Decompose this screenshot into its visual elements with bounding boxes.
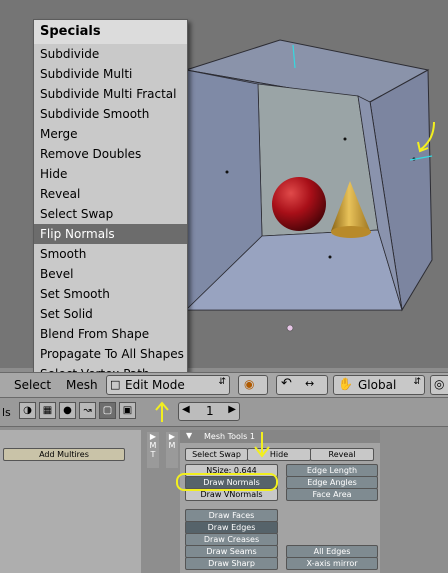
collapse-triangle-icon: ▼: [186, 431, 193, 440]
updown-arrows-icon: ⇵: [218, 377, 226, 387]
editing-icon[interactable]: ▢: [99, 402, 116, 419]
mesh-menu[interactable]: Mesh: [66, 378, 98, 392]
panel-tab-collapse-icon[interactable]: ▶ M: [166, 432, 178, 468]
menu-item-blend-from-shape[interactable]: Blend From Shape: [34, 324, 187, 344]
panel-label-fragment: ls: [2, 406, 11, 419]
menu-item-set-solid[interactable]: Set Solid: [34, 304, 187, 324]
annotation-arrow-down-icon: [254, 432, 270, 458]
menu-item-flip-normals[interactable]: Flip Normals: [34, 224, 187, 244]
draw-sharp-toggle[interactable]: Draw Sharp: [185, 557, 278, 570]
menu-item-set-smooth[interactable]: Set Smooth: [34, 284, 187, 304]
menu-item-subdivide[interactable]: Subdivide: [34, 44, 187, 64]
panel-title: Mesh Tools 1: [204, 432, 255, 441]
move-handles-icon: ↔: [305, 377, 315, 390]
buttons-header: ls ◑ ▦ ● ↝ ▢ ▣ ◀ 1 ▶: [0, 398, 448, 427]
mode-icon: □: [110, 378, 121, 391]
select-menu[interactable]: Select: [14, 378, 51, 392]
x-axis-mirror-toggle[interactable]: X-axis mirror: [286, 557, 378, 570]
object-icon[interactable]: ↝: [79, 402, 96, 419]
annotation-highlight: [176, 473, 278, 491]
face-area-toggle[interactable]: Face Area: [286, 488, 378, 501]
pivot-select[interactable]: ◉: [238, 375, 268, 395]
modifiers-panel: Add Multires: [0, 430, 141, 573]
panel-tab-collapse-icon[interactable]: ▶ M T: [147, 432, 159, 468]
menu-item-subdivide-multi[interactable]: Subdivide Multi: [34, 64, 187, 84]
logic-icon[interactable]: ◑: [19, 402, 36, 419]
mode-label: Edit Mode: [125, 378, 185, 392]
manipulator-toggle[interactable]: ↶ ↔: [276, 375, 328, 395]
3d-cursor-dot: [286, 324, 294, 332]
add-multires-button[interactable]: Add Multires: [3, 448, 125, 461]
target-icon: ◎: [434, 377, 445, 391]
mesh-tools-tab[interactable]: ▼ Mesh Tools 1: [180, 430, 380, 443]
pivot-icon: ◉: [244, 377, 255, 391]
frame-value: 1: [206, 404, 214, 418]
scene-icon[interactable]: ▣: [119, 402, 136, 419]
hand-icon: ✋: [338, 377, 353, 391]
menu-item-reveal[interactable]: Reveal: [34, 184, 187, 204]
updown-arrows-icon: ⇵: [413, 377, 421, 387]
annotation-arrow-up-icon: [155, 401, 169, 422]
menu-item-subdivide-multi-fractal[interactable]: Subdivide Multi Fractal: [34, 84, 187, 104]
frame-counter[interactable]: ◀ 1 ▶: [178, 402, 240, 421]
menu-item-merge[interactable]: Merge: [34, 124, 187, 144]
reveal-button[interactable]: Reveal: [310, 448, 374, 461]
mesh-tools-panel: ▼ Mesh Tools 1 Select Swap Hide Reveal N…: [176, 430, 380, 573]
viewport-header: Select Mesh □ Edit Mode ⇵ ◉ ↶ ↔ ✋ Global…: [0, 372, 448, 398]
mode-select[interactable]: □ Edit Mode ⇵: [106, 375, 230, 395]
script-icon[interactable]: ▦: [39, 402, 56, 419]
sphere-object: [272, 177, 326, 231]
snap-toggle[interactable]: ◎: [430, 375, 448, 395]
specials-menu: Specials Subdivide Subdivide Multi Subdi…: [33, 19, 188, 382]
left-arrow-icon: ◀: [182, 404, 190, 415]
menu-item-hide[interactable]: Hide: [34, 164, 187, 184]
shading-icon[interactable]: ●: [59, 402, 76, 419]
menu-item-remove-doubles[interactable]: Remove Doubles: [34, 144, 187, 164]
orientation-label: Global: [358, 378, 397, 392]
manipulator-icon: ↶: [281, 376, 292, 391]
select-swap-button[interactable]: Select Swap: [185, 448, 248, 461]
menu-item-propagate-to-all-shapes[interactable]: Propagate To All Shapes: [34, 344, 187, 364]
menu-item-select-swap[interactable]: Select Swap: [34, 204, 187, 224]
right-arrow-icon: ▶: [228, 404, 236, 415]
menu-title: Specials: [34, 20, 187, 44]
menu-item-smooth[interactable]: Smooth: [34, 244, 187, 264]
menu-item-subdivide-smooth[interactable]: Subdivide Smooth: [34, 104, 187, 124]
orientation-select[interactable]: ✋ Global ⇵: [333, 375, 425, 395]
menu-item-bevel[interactable]: Bevel: [34, 264, 187, 284]
